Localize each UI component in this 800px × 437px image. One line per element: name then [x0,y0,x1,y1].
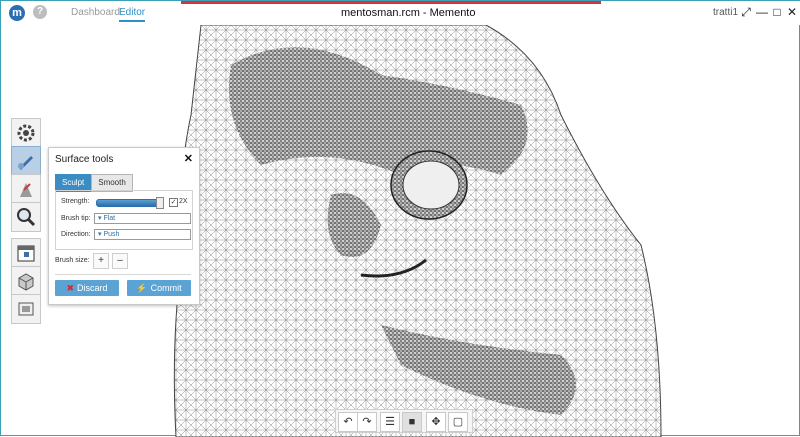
user-name[interactable]: tratti1 [713,7,738,18]
strength-slider[interactable] [96,199,164,207]
help-icon[interactable]: ? [33,5,47,19]
repair-tool-icon[interactable] [11,174,41,204]
undo-icon[interactable]: ↶ [338,412,358,432]
cube-view-icon[interactable]: ■ [402,412,422,432]
brush-size-decrease-button[interactable]: – [112,253,128,269]
panel-close-icon[interactable]: ✕ [184,152,193,165]
strength-label: Strength: [61,198,90,205]
brush-tip-select[interactable]: ▾ Flat [94,213,191,224]
maximize-button[interactable]: □ [770,5,784,19]
title-accent-line [181,1,601,4]
fullscreen-icon[interactable]: ⤢ [739,5,753,19]
tab-dashboard[interactable]: Dashboard [71,7,120,18]
strength-slider-handle[interactable] [155,197,164,209]
list-icon[interactable]: ☰ [380,412,400,432]
double-strength-label: 2X [179,198,188,205]
direction-label: Direction: [61,231,91,238]
panel-divider [55,274,191,275]
surface-tools-panel: Surface tools ✕ Sculpt Smooth Strength: … [48,147,200,305]
sculpt-brush-icon[interactable] [11,146,41,176]
sculpt-options: Strength: ✓ 2X Brush tip: ▾ Flat Directi… [55,190,193,250]
window-title: mentosman.rcm - Memento [341,7,476,19]
tab-editor[interactable]: Editor [119,7,146,22]
commit-label: Commit [150,283,182,293]
commit-button[interactable]: ⚡ Commit [127,280,191,296]
select-box-icon[interactable]: ▢ [448,412,468,432]
settings-gear-icon[interactable] [11,118,41,148]
minimize-button[interactable]: — [755,5,769,19]
app-logo[interactable]: m [9,5,25,21]
move-icon[interactable]: ✥ [426,412,446,432]
brush-tip-label: Brush tip: [61,215,91,222]
app-window: m ? Dashboard Editor mentosman.rcm - Mem… [0,0,800,437]
redo-icon[interactable]: ↷ [357,412,377,432]
calendar-tool-icon[interactable] [11,238,41,268]
layers-tool-icon[interactable] [11,294,41,324]
double-strength-checkbox[interactable]: ✓ [169,198,178,207]
brush-size-increase-button[interactable]: + [93,253,109,269]
bottom-toolbar: ↶ ↷ ☰ ■ ✥ ▢ [335,409,473,433]
panel-tabs: Sculpt Smooth [55,174,133,192]
discard-button[interactable]: ✖ Discard [55,280,119,296]
inspect-magnifier-icon[interactable] [11,202,41,232]
discard-label: Discard [77,283,108,293]
close-button[interactable]: ✕ [785,5,799,19]
direction-select[interactable]: ▾ Push [94,229,191,240]
export-cube-icon[interactable] [11,266,41,296]
panel-title: Surface tools [55,154,114,165]
brush-size-label: Brush size: [55,257,90,264]
commit-icon: ⚡ [136,283,148,293]
title-bar: m ? Dashboard Editor mentosman.rcm - Mem… [1,1,800,25]
discard-icon: ✖ [66,283,75,293]
